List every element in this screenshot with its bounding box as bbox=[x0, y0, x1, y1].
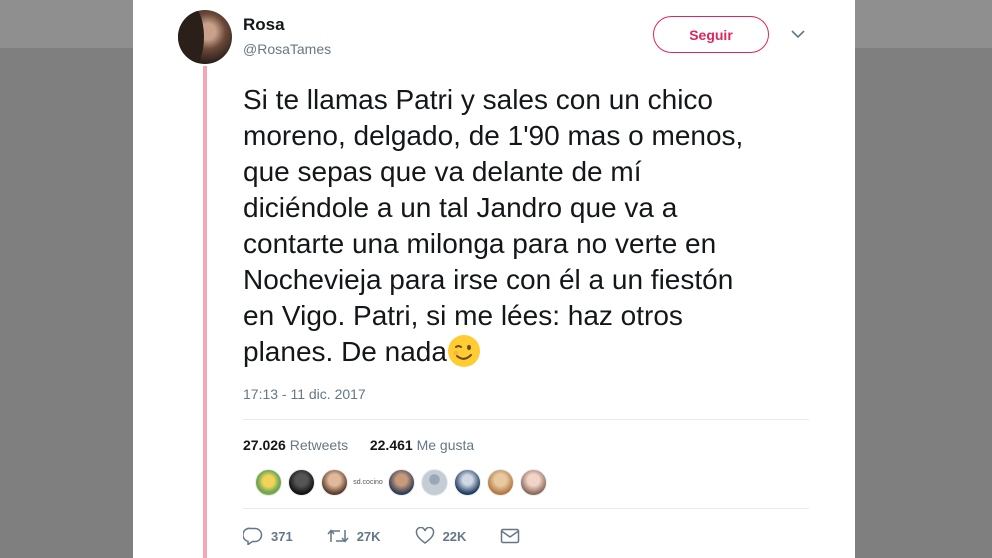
liker-avatar[interactable] bbox=[454, 468, 481, 496]
tweet-card: Rosa @RosaTames Seguir Si te llamas Patr… bbox=[133, 0, 855, 558]
tweet-text-line: planes. De nada bbox=[243, 336, 447, 367]
tweet-text-line: Si te llamas Patri y sales con un chico bbox=[243, 84, 713, 115]
tweet-stats: 27.026 Retweets 22.461 Me gusta bbox=[243, 437, 474, 453]
likes-label: Me gusta bbox=[416, 437, 475, 453]
user-handle[interactable]: @RosaTames bbox=[243, 41, 331, 57]
thread-line bbox=[203, 66, 207, 558]
tweet-text-line: Nochevieja para irse con él a un fiestón bbox=[243, 264, 734, 295]
retweets-count: 27.026 bbox=[243, 437, 286, 453]
liker-avatar[interactable] bbox=[321, 468, 348, 496]
heart-icon bbox=[415, 527, 434, 544]
direct-message-button[interactable] bbox=[500, 528, 528, 544]
liker-avatars: sd.cocino bbox=[255, 467, 553, 497]
retweet-icon bbox=[327, 529, 349, 543]
divider bbox=[243, 508, 809, 509]
tweet-text-line: moreno, delgado, de 1'90 mas o menos, bbox=[243, 120, 744, 151]
liker-avatar[interactable] bbox=[255, 468, 282, 496]
liker-avatar[interactable] bbox=[388, 468, 415, 496]
retweet-button[interactable]: 27K bbox=[327, 527, 381, 545]
liker-avatar-text: sd.cocino bbox=[353, 478, 383, 486]
liker-avatar[interactable] bbox=[421, 468, 448, 496]
retweet-count: 27K bbox=[356, 528, 381, 544]
likes-stat[interactable]: 22.461 Me gusta bbox=[370, 437, 474, 453]
envelope-icon bbox=[501, 528, 520, 544]
tweet-text-line: contarte una milonga para no verte en bbox=[243, 228, 717, 259]
divider bbox=[243, 419, 809, 420]
winking-face-icon bbox=[447, 335, 480, 367]
follow-button[interactable]: Seguir bbox=[653, 16, 769, 53]
tweet-text-line: en Vigo. Patri, si me lées: haz otros bbox=[243, 300, 683, 331]
tweet-text-line: diciéndole a un tal Jandro que va a bbox=[243, 192, 678, 223]
liker-avatar[interactable] bbox=[487, 468, 514, 496]
tweet-actions: 371 27K 22K bbox=[243, 525, 562, 547]
tweet-timestamp[interactable]: 17:13 - 11 dic. 2017 bbox=[243, 386, 366, 402]
tweet-text: Si te llamas Patri y sales con un chico … bbox=[243, 82, 833, 370]
like-count: 22K bbox=[442, 528, 467, 544]
retweets-stat[interactable]: 27.026 Retweets bbox=[243, 437, 348, 453]
chevron-down-icon[interactable] bbox=[789, 25, 807, 43]
liker-avatar[interactable] bbox=[288, 468, 315, 496]
avatar[interactable] bbox=[178, 10, 232, 64]
tweet-text-line: que sepas que va delante de mí bbox=[243, 156, 642, 187]
reply-count: 371 bbox=[271, 528, 293, 544]
retweets-label: Retweets bbox=[289, 437, 349, 453]
like-button[interactable]: 22K bbox=[415, 527, 467, 545]
display-name[interactable]: Rosa bbox=[243, 15, 285, 35]
liker-avatar[interactable]: sd.cocino bbox=[353, 469, 383, 496]
reply-icon bbox=[243, 527, 263, 545]
likes-count: 22.461 bbox=[369, 437, 413, 453]
liker-avatar[interactable] bbox=[520, 468, 547, 496]
reply-button[interactable]: 371 bbox=[243, 527, 293, 545]
